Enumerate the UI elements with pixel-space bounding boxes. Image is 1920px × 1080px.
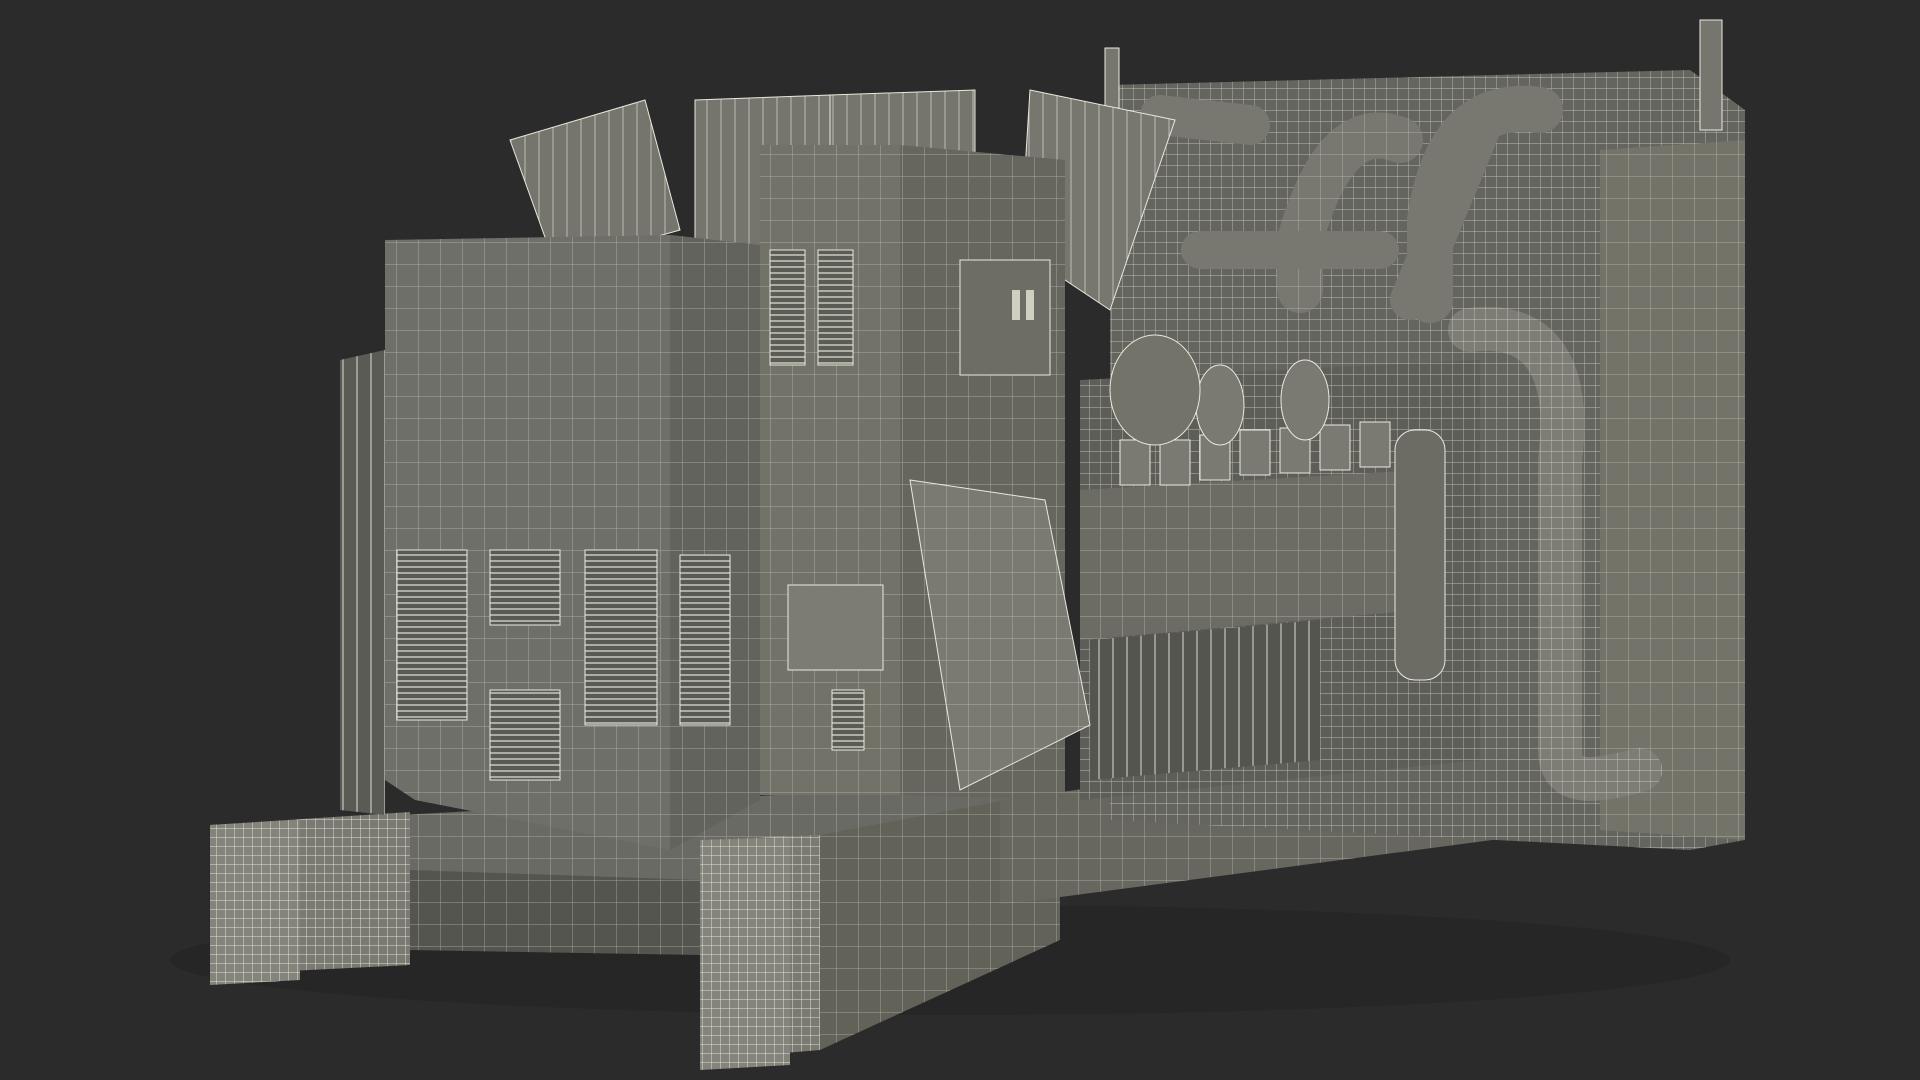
alternator-housing xyxy=(340,235,760,850)
engine-block xyxy=(1080,334,1480,800)
generator-wireframe-model xyxy=(170,19,1745,1070)
control-cabinet xyxy=(760,145,1091,800)
render-viewport xyxy=(0,0,1920,1080)
